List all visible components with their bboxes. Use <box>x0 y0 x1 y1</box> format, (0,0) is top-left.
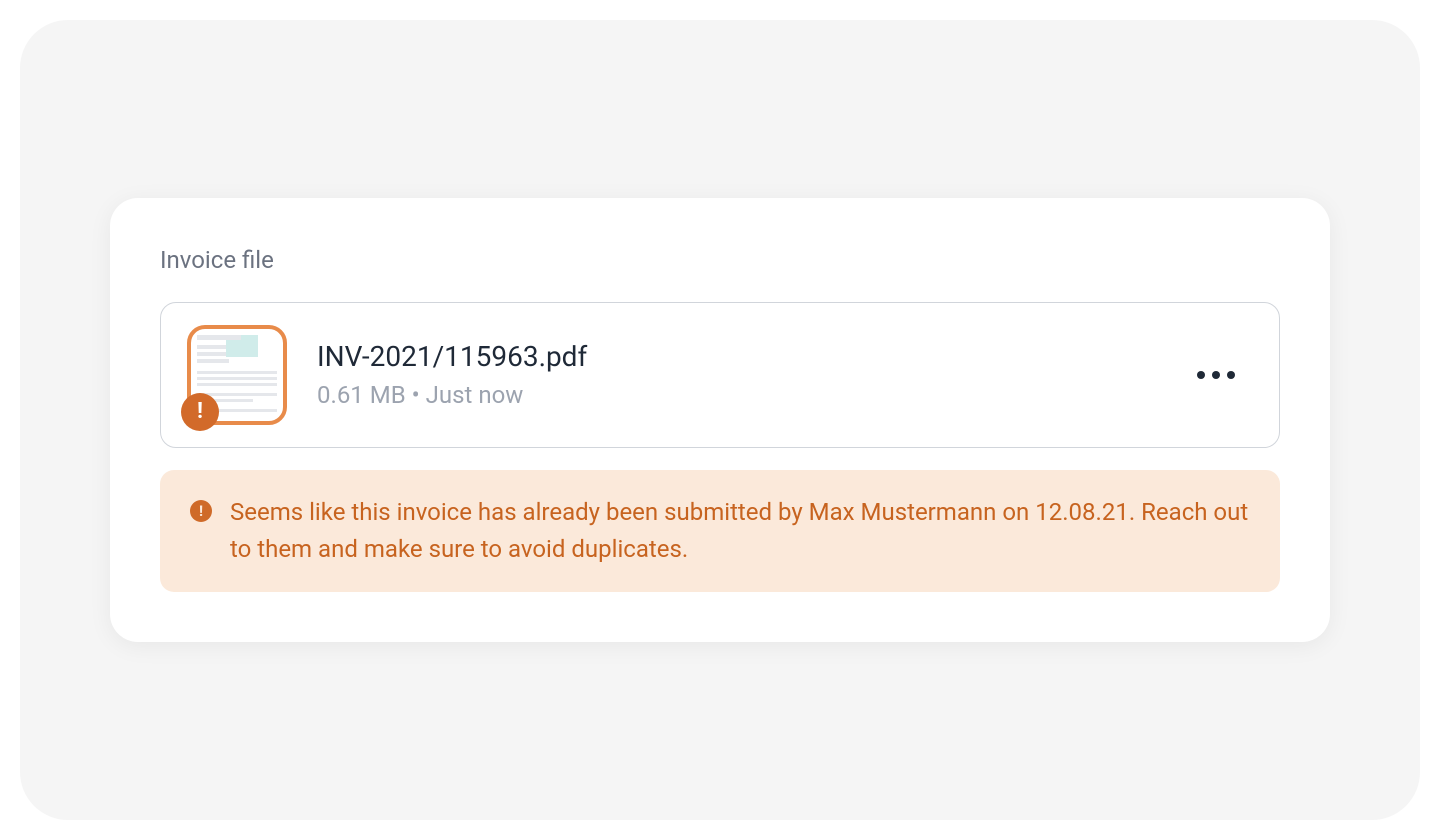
more-options-button[interactable] <box>1187 361 1245 389</box>
file-meta: 0.61 MB • Just now <box>317 381 1157 409</box>
warning-badge-icon: ! <box>181 393 219 431</box>
invoice-file-card: Invoice file ! INV-2021/115963.pdf 0.61 … <box>110 198 1330 642</box>
file-name: INV-2021/115963.pdf <box>317 340 1157 373</box>
alert-message: Seems like this invoice has already been… <box>230 494 1250 568</box>
file-row[interactable]: ! INV-2021/115963.pdf 0.61 MB • Just now <box>160 302 1280 448</box>
section-label: Invoice file <box>160 246 1280 274</box>
dots-icon <box>1197 371 1205 379</box>
file-thumbnail: ! <box>187 325 287 425</box>
file-info: INV-2021/115963.pdf 0.61 MB • Just now <box>317 340 1157 409</box>
outer-frame: Invoice file ! INV-2021/115963.pdf 0.61 … <box>20 20 1420 820</box>
alert-icon: ! <box>190 500 212 522</box>
duplicate-warning-alert: ! Seems like this invoice has already be… <box>160 470 1280 592</box>
